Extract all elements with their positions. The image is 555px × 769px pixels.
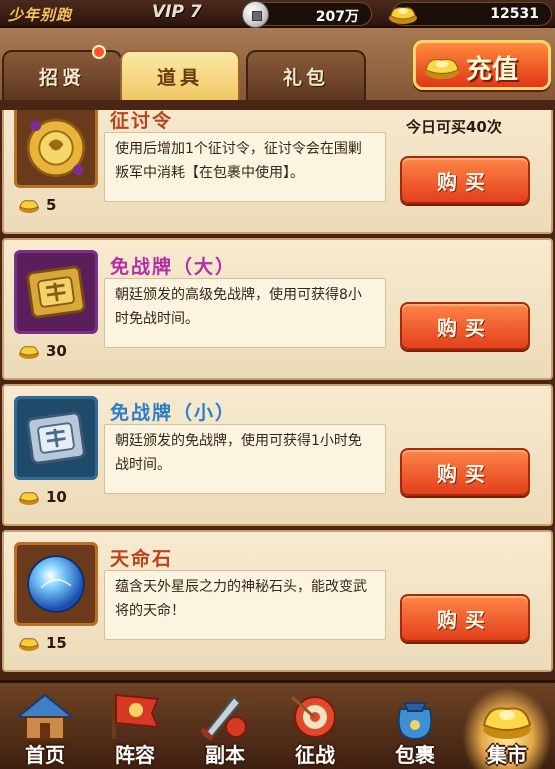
item-name: 免战牌（小） (110, 402, 237, 424)
item-description: 蕴含天外星辰之力的神秘石头，能改变武将的天命！ (104, 570, 386, 640)
price-value: 10 (46, 488, 67, 506)
large-truce-plate-icon[interactable] (14, 250, 98, 334)
nav-label: 副本 (205, 743, 245, 767)
nav-label: 首页 (25, 743, 65, 767)
copper-coin-icon (242, 1, 269, 28)
gold-ingot-icon (425, 58, 459, 79)
item-list[interactable]: 征讨令 使用后增加1个征讨令，征讨令会在围剿叛军中消耗【在包裹中使用】。 5 今… (0, 110, 555, 680)
market-icon (482, 707, 532, 739)
nav-market[interactable]: 集市 (462, 687, 552, 769)
buy-button[interactable]: 购买 (400, 302, 530, 350)
nav-dungeon[interactable]: 副本 (180, 687, 270, 769)
divider (0, 100, 555, 110)
price-value: 30 (46, 342, 67, 360)
buy-button[interactable]: 购买 (400, 156, 530, 204)
coin-balance: 207万 (242, 1, 372, 28)
notification-dot (92, 45, 106, 59)
bottom-nav: 首页 阵容 副本 征战 包裹 集市 (0, 680, 555, 769)
tab-gift-pack[interactable]: 礼包 (246, 50, 366, 100)
recharge-label: 充值 (466, 55, 519, 85)
gold-ingot-icon (19, 200, 39, 213)
item-description: 朝廷颁发的高级免战牌，使用可获得8小时免战时间。 (104, 278, 386, 348)
nav-label: 阵容 (115, 743, 155, 767)
list-item: 免战牌（大） 朝廷颁发的高级免战牌，使用可获得8小时免战时间。 30 购买 (2, 238, 553, 380)
scroll-icon[interactable] (14, 110, 98, 188)
gold-ingot-icon (19, 638, 39, 651)
nav-label: 集市 (487, 743, 527, 767)
item-description: 朝廷颁发的免战牌，使用可获得1小时免战时间。 (104, 424, 386, 494)
recharge-button[interactable]: 充值 (413, 40, 551, 90)
destiny-stone-icon[interactable] (14, 542, 98, 626)
item-name: 征讨令 (110, 110, 174, 132)
status-bar: 少年别跑 VIP 7 207万 12531 (0, 0, 555, 28)
list-item: 征讨令 使用后增加1个征讨令，征讨令会在围剿叛军中消耗【在包裹中使用】。 5 今… (2, 110, 553, 234)
list-item: 免战牌（小） 朝廷颁发的免战牌，使用可获得1小时免战时间。 10 购买 (2, 384, 553, 526)
gold-ingot-icon (19, 492, 39, 505)
home-icon (15, 693, 75, 740)
small-truce-plate-icon[interactable] (14, 396, 98, 480)
purchase-limit: 今日可买40次 (406, 118, 502, 136)
dungeon-icon (200, 695, 247, 741)
nav-label: 征战 (295, 743, 335, 767)
gold-ingot-icon (389, 7, 417, 24)
coin-amount: 207万 (315, 9, 359, 25)
bag-icon (397, 702, 433, 741)
item-description: 使用后增加1个征讨令，征讨令会在围剿叛军中消耗【在包裹中使用】。 (104, 132, 386, 202)
item-name: 天命石 (110, 548, 174, 570)
nav-bag[interactable]: 包裹 (370, 687, 460, 769)
gold-ingot-icon (19, 346, 39, 359)
price-value: 15 (46, 634, 67, 652)
gold-balance: 12531 (389, 2, 552, 26)
item-name: 免战牌（大） (110, 256, 237, 278)
price-value: 5 (46, 196, 57, 214)
nav-home[interactable]: 首页 (0, 687, 90, 769)
tab-recruit[interactable]: 招贤 (2, 50, 122, 100)
list-item: 天命石 蕴含天外星辰之力的神秘石头，能改变武将的天命！ 15 购买 (2, 530, 553, 672)
tab-items[interactable]: 道具 (120, 50, 240, 100)
gold-amount: 12531 (490, 6, 539, 22)
buy-button[interactable]: 购买 (400, 594, 530, 642)
nav-formation[interactable]: 阵容 (90, 687, 180, 769)
formation-icon (112, 693, 160, 739)
nav-battle[interactable]: 征战 (270, 687, 360, 769)
battle-icon (290, 695, 336, 738)
player-name: 少年别跑 (8, 6, 73, 24)
buy-button[interactable]: 购买 (400, 448, 530, 496)
nav-label: 包裹 (395, 743, 435, 767)
vip-level[interactable]: VIP 7 (152, 2, 202, 22)
